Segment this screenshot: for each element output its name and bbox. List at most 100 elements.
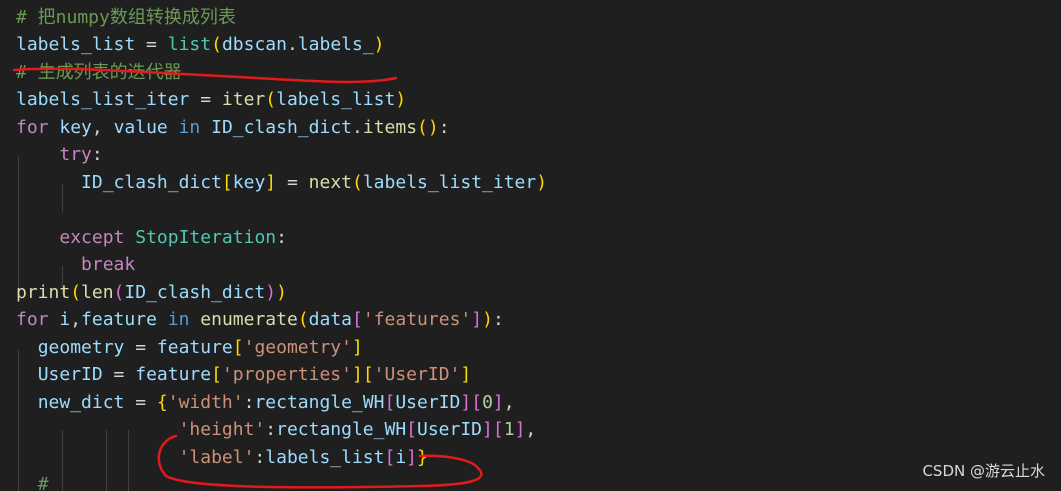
code-line[interactable]: for i,feature in enumerate(data['feature… (16, 306, 547, 334)
code-token: except (59, 226, 125, 248)
code-token: labels_list (16, 34, 136, 55)
code-token: key (232, 171, 266, 193)
code-token: ) (482, 309, 493, 330)
code-token: len (81, 281, 114, 303)
code-token: ][ (351, 364, 374, 385)
code-token: 0 (482, 391, 493, 413)
code-token: key (59, 116, 92, 138)
code-line[interactable]: # (16, 471, 547, 491)
code-token: ) (373, 34, 385, 55)
code-token: : (243, 391, 255, 413)
code-token: ) (395, 89, 407, 110)
code-line[interactable]: labels_list = list(dbscan.labels_) (16, 31, 547, 59)
code-token: = (135, 34, 168, 55)
code-token: for (16, 116, 49, 138)
code-token: . (286, 34, 298, 55)
code-token: list (167, 34, 212, 55)
code-token: StopIteration (135, 226, 277, 248)
code-token: ] (514, 419, 526, 440)
code-token: : (492, 309, 504, 330)
code-line[interactable]: 'height':rectangle_WH[UserID][1], (16, 416, 547, 444)
code-token: [ (352, 309, 363, 330)
code-line[interactable]: labels_list_iter = iter(labels_list) (16, 86, 547, 114)
code-token: = (124, 336, 157, 358)
code-token: : (265, 419, 277, 440)
code-line[interactable]: except StopIteration: (16, 224, 547, 252)
code-token: ] (460, 364, 472, 385)
code-token: labels_list (276, 89, 396, 110)
code-token: in (167, 309, 190, 330)
code-token: i (395, 446, 407, 468)
code-line[interactable]: # 生成列表的迭代器 (16, 59, 547, 87)
code-token: next (308, 171, 352, 193)
code-token: = (276, 171, 309, 193)
code-token: ) (536, 171, 548, 193)
code-line[interactable]: # 把numpy数组转换成列表 (16, 4, 547, 32)
code-line[interactable]: print(len(ID_clash_dict)) (16, 279, 547, 307)
code-token: ( (352, 171, 363, 193)
code-token: [ (384, 391, 396, 413)
code-token: [ (211, 364, 222, 385)
code-token: # 生成列表的迭代器 (16, 61, 182, 83)
code-token: = (189, 89, 222, 110)
code-token: feature (81, 309, 157, 330)
code-token: = (124, 391, 157, 413)
code-token: items (362, 116, 418, 138)
code-token: 'features' (362, 309, 472, 330)
code-token: break (81, 254, 136, 275)
code-token: 'width' (167, 391, 244, 413)
code-token: : (254, 446, 266, 468)
code-token: print (16, 281, 71, 303)
code-line[interactable]: break (16, 251, 547, 279)
code-token: ] (406, 446, 418, 468)
code-token: ] (471, 309, 483, 330)
code-token: 'properties' (221, 364, 352, 385)
code-token: ] (351, 336, 363, 358)
code-token: , (503, 391, 515, 413)
code-line[interactable]: ID_clash_dict[key] = next(labels_list_it… (16, 169, 547, 197)
code-token: : (91, 144, 103, 165)
code-token: () (417, 116, 439, 138)
code-token: labels_ (297, 34, 374, 55)
code-token: labels_list_iter (16, 89, 190, 110)
code-token: [ (406, 419, 417, 440)
code-token: in (178, 116, 201, 138)
code-token: labels_list (265, 446, 385, 468)
code-line[interactable]: for key, value in ID_clash_dict.items(): (16, 114, 547, 142)
code-line[interactable]: try: (16, 141, 547, 169)
code-token: ) (265, 281, 277, 303)
code-token: ] (492, 391, 504, 413)
code-token: iter (221, 89, 266, 110)
code-token: , (525, 419, 537, 440)
code-token: = (102, 364, 136, 385)
code-editor[interactable]: ID_clash_dict = rectangle_WH.copy()# 把nu… (0, 0, 1061, 491)
code-token: ( (70, 281, 82, 303)
code-lines[interactable]: ID_clash_dict = rectangle_WH.copy()# 把nu… (16, 0, 547, 491)
code-line[interactable]: 'label':labels_list[i]} (16, 444, 547, 472)
code-token: labels_list_iter (362, 171, 537, 193)
code-token: 1 (503, 419, 515, 440)
code-line[interactable]: UserID = feature['properties']['UserID'] (16, 361, 547, 389)
code-token: new_dict (37, 391, 125, 413)
code-token: [ (384, 446, 396, 468)
code-token: # (37, 474, 49, 491)
watermark: CSDN @游云止水 (922, 462, 1045, 480)
code-token: feature (156, 336, 233, 358)
code-token: for (16, 309, 49, 330)
code-token: ( (265, 89, 277, 110)
code-line[interactable] (16, 196, 547, 224)
code-line[interactable]: new_dict = {'width':rectangle_WH[UserID]… (16, 389, 547, 417)
code-line[interactable]: geometry = feature['geometry'] (16, 334, 547, 362)
code-token: try (59, 144, 92, 165)
code-token: ][ (460, 391, 483, 413)
